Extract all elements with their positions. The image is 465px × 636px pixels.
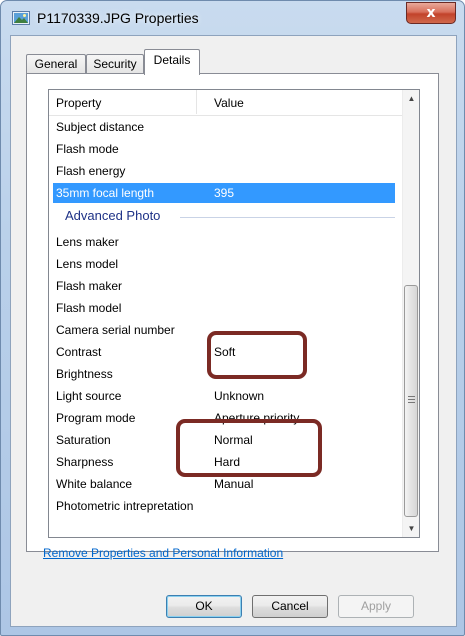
annotation-box-saturation-sharpness [176, 419, 322, 477]
property-name: Contrast [56, 345, 102, 359]
list-item[interactable]: Flash energy [49, 160, 402, 182]
list-item[interactable]: Flash maker [49, 275, 402, 297]
title-bar[interactable]: P1170339.JPG Properties x [1, 1, 464, 35]
grip-icon [408, 396, 415, 405]
property-name: Lens model [56, 257, 119, 271]
property-name: Light source [56, 389, 122, 403]
scroll-up-icon[interactable]: ▲ [403, 90, 419, 107]
scroll-down-icon[interactable]: ▼ [403, 520, 419, 537]
property-name: Saturation [56, 433, 111, 447]
vertical-scrollbar[interactable]: ▲ ▼ [402, 90, 419, 537]
list-item[interactable]: Light source Unknown [49, 385, 402, 407]
list-item[interactable]: Lens model [49, 253, 402, 275]
list-item[interactable]: Subject distance [49, 116, 402, 138]
image-file-icon [12, 11, 30, 25]
property-name: White balance [56, 477, 133, 491]
ok-button[interactable]: OK [166, 595, 242, 618]
details-panel: Property Value Subject distance Flash mo… [26, 73, 439, 552]
property-name: Flash mode [56, 142, 119, 156]
property-name: Program mode [56, 411, 136, 425]
window-title: P1170339.JPG Properties [37, 10, 199, 26]
property-name: Flash model [56, 301, 122, 315]
list-header: Property Value [49, 90, 402, 116]
apply-button[interactable]: Apply [338, 595, 414, 618]
property-name: Flash maker [56, 279, 123, 293]
property-name: Brightness [56, 367, 113, 381]
property-name: 35mm focal length [56, 186, 155, 200]
column-header-property[interactable]: Property [56, 96, 101, 110]
tab-general[interactable]: General [26, 54, 86, 74]
dialog-client-area: General Security Details Property Value … [10, 35, 457, 627]
group-divider [180, 217, 395, 218]
group-label: Advanced Photo [65, 208, 161, 223]
list-item[interactable]: Photometric intrepretation [49, 495, 402, 517]
tab-security[interactable]: Security [86, 54, 144, 74]
list-item[interactable]: Flash model [49, 297, 402, 319]
list-item[interactable]: Lens maker [49, 231, 402, 253]
property-name: Photometric intrepretation [56, 499, 194, 513]
remove-properties-link[interactable]: Remove Properties and Personal Informati… [43, 546, 283, 560]
property-name: Sharpness [56, 455, 114, 469]
properties-dialog: P1170339.JPG Properties x General Securi… [0, 0, 465, 636]
property-name: Flash energy [56, 164, 126, 178]
property-name: Camera serial number [56, 323, 175, 337]
cancel-button[interactable]: Cancel [252, 595, 328, 618]
annotation-box-contrast [207, 331, 307, 379]
group-header-advanced-photo: Advanced Photo [49, 204, 402, 230]
list-item[interactable]: Flash mode [49, 138, 402, 160]
property-name: Lens maker [56, 235, 119, 249]
property-value: Unknown [214, 389, 265, 403]
tab-details[interactable]: Details [144, 49, 200, 75]
property-list: Property Value Subject distance Flash mo… [48, 89, 420, 538]
close-button[interactable]: x [406, 2, 456, 24]
list-item-selected[interactable]: 35mm focal length 395 [49, 182, 402, 204]
property-name: Subject distance [56, 120, 145, 134]
property-value: 395 [214, 186, 235, 200]
column-header-value[interactable]: Value [214, 96, 244, 110]
column-divider[interactable] [196, 90, 197, 114]
scrollbar-thumb[interactable] [404, 285, 418, 517]
